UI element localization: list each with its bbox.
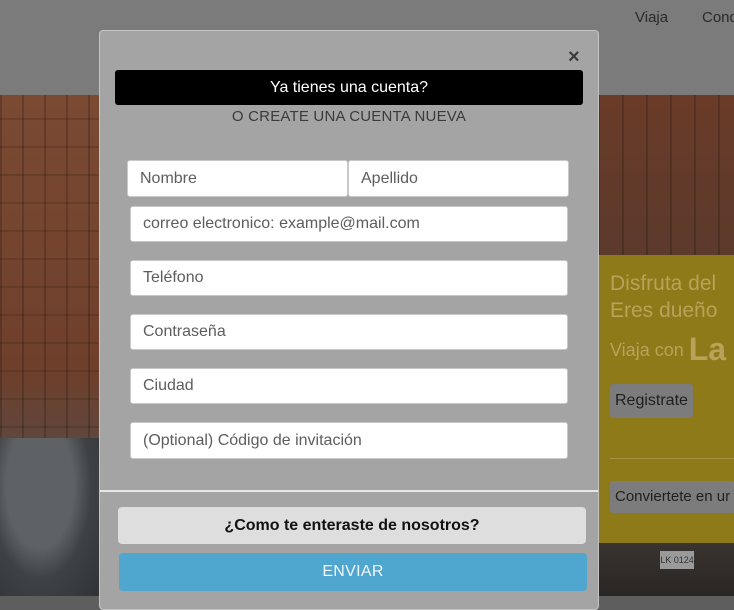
become-driver-button[interactable]: Conviertete en ur — [610, 481, 734, 513]
invite-code-input[interactable] — [130, 422, 568, 459]
promo-divider — [610, 458, 734, 459]
nav-item-viaja[interactable]: Viaja — [635, 9, 668, 26]
hero-background-right — [598, 95, 734, 255]
promo-line-1: Disfruta del — [610, 272, 717, 295]
email-input[interactable] — [130, 206, 568, 242]
last-name-input[interactable] — [348, 160, 569, 197]
how-heard-button[interactable]: ¿Como te enteraste de nosotros? — [118, 507, 586, 544]
hero-car-image — [0, 438, 100, 596]
first-name-input[interactable] — [127, 160, 348, 197]
promo-panel: Disfruta del Eres dueño Viaja con La Reg… — [598, 255, 734, 543]
license-plate: LK 0124 — [660, 551, 694, 569]
promo-line-3: Viaja con La — [610, 331, 726, 368]
phone-input[interactable] — [130, 260, 568, 296]
submit-button[interactable]: ENVIAR — [119, 553, 587, 591]
create-account-heading: O CREATE UNA CUENTA NUEVA — [231, 108, 467, 125]
modal-divider — [100, 490, 598, 492]
password-input[interactable] — [130, 314, 568, 350]
city-input[interactable] — [130, 368, 568, 404]
login-button[interactable]: Ya tienes una cuenta? — [115, 70, 583, 105]
nav-item-conduce[interactable]: Cond — [702, 9, 734, 26]
promo-line-2: Eres dueño — [610, 299, 718, 322]
close-icon[interactable]: × — [568, 46, 580, 68]
promo-line-3-text: Viaja con — [610, 340, 684, 360]
promo-brand: La — [688, 331, 727, 367]
register-button[interactable]: Registrate — [610, 384, 693, 418]
